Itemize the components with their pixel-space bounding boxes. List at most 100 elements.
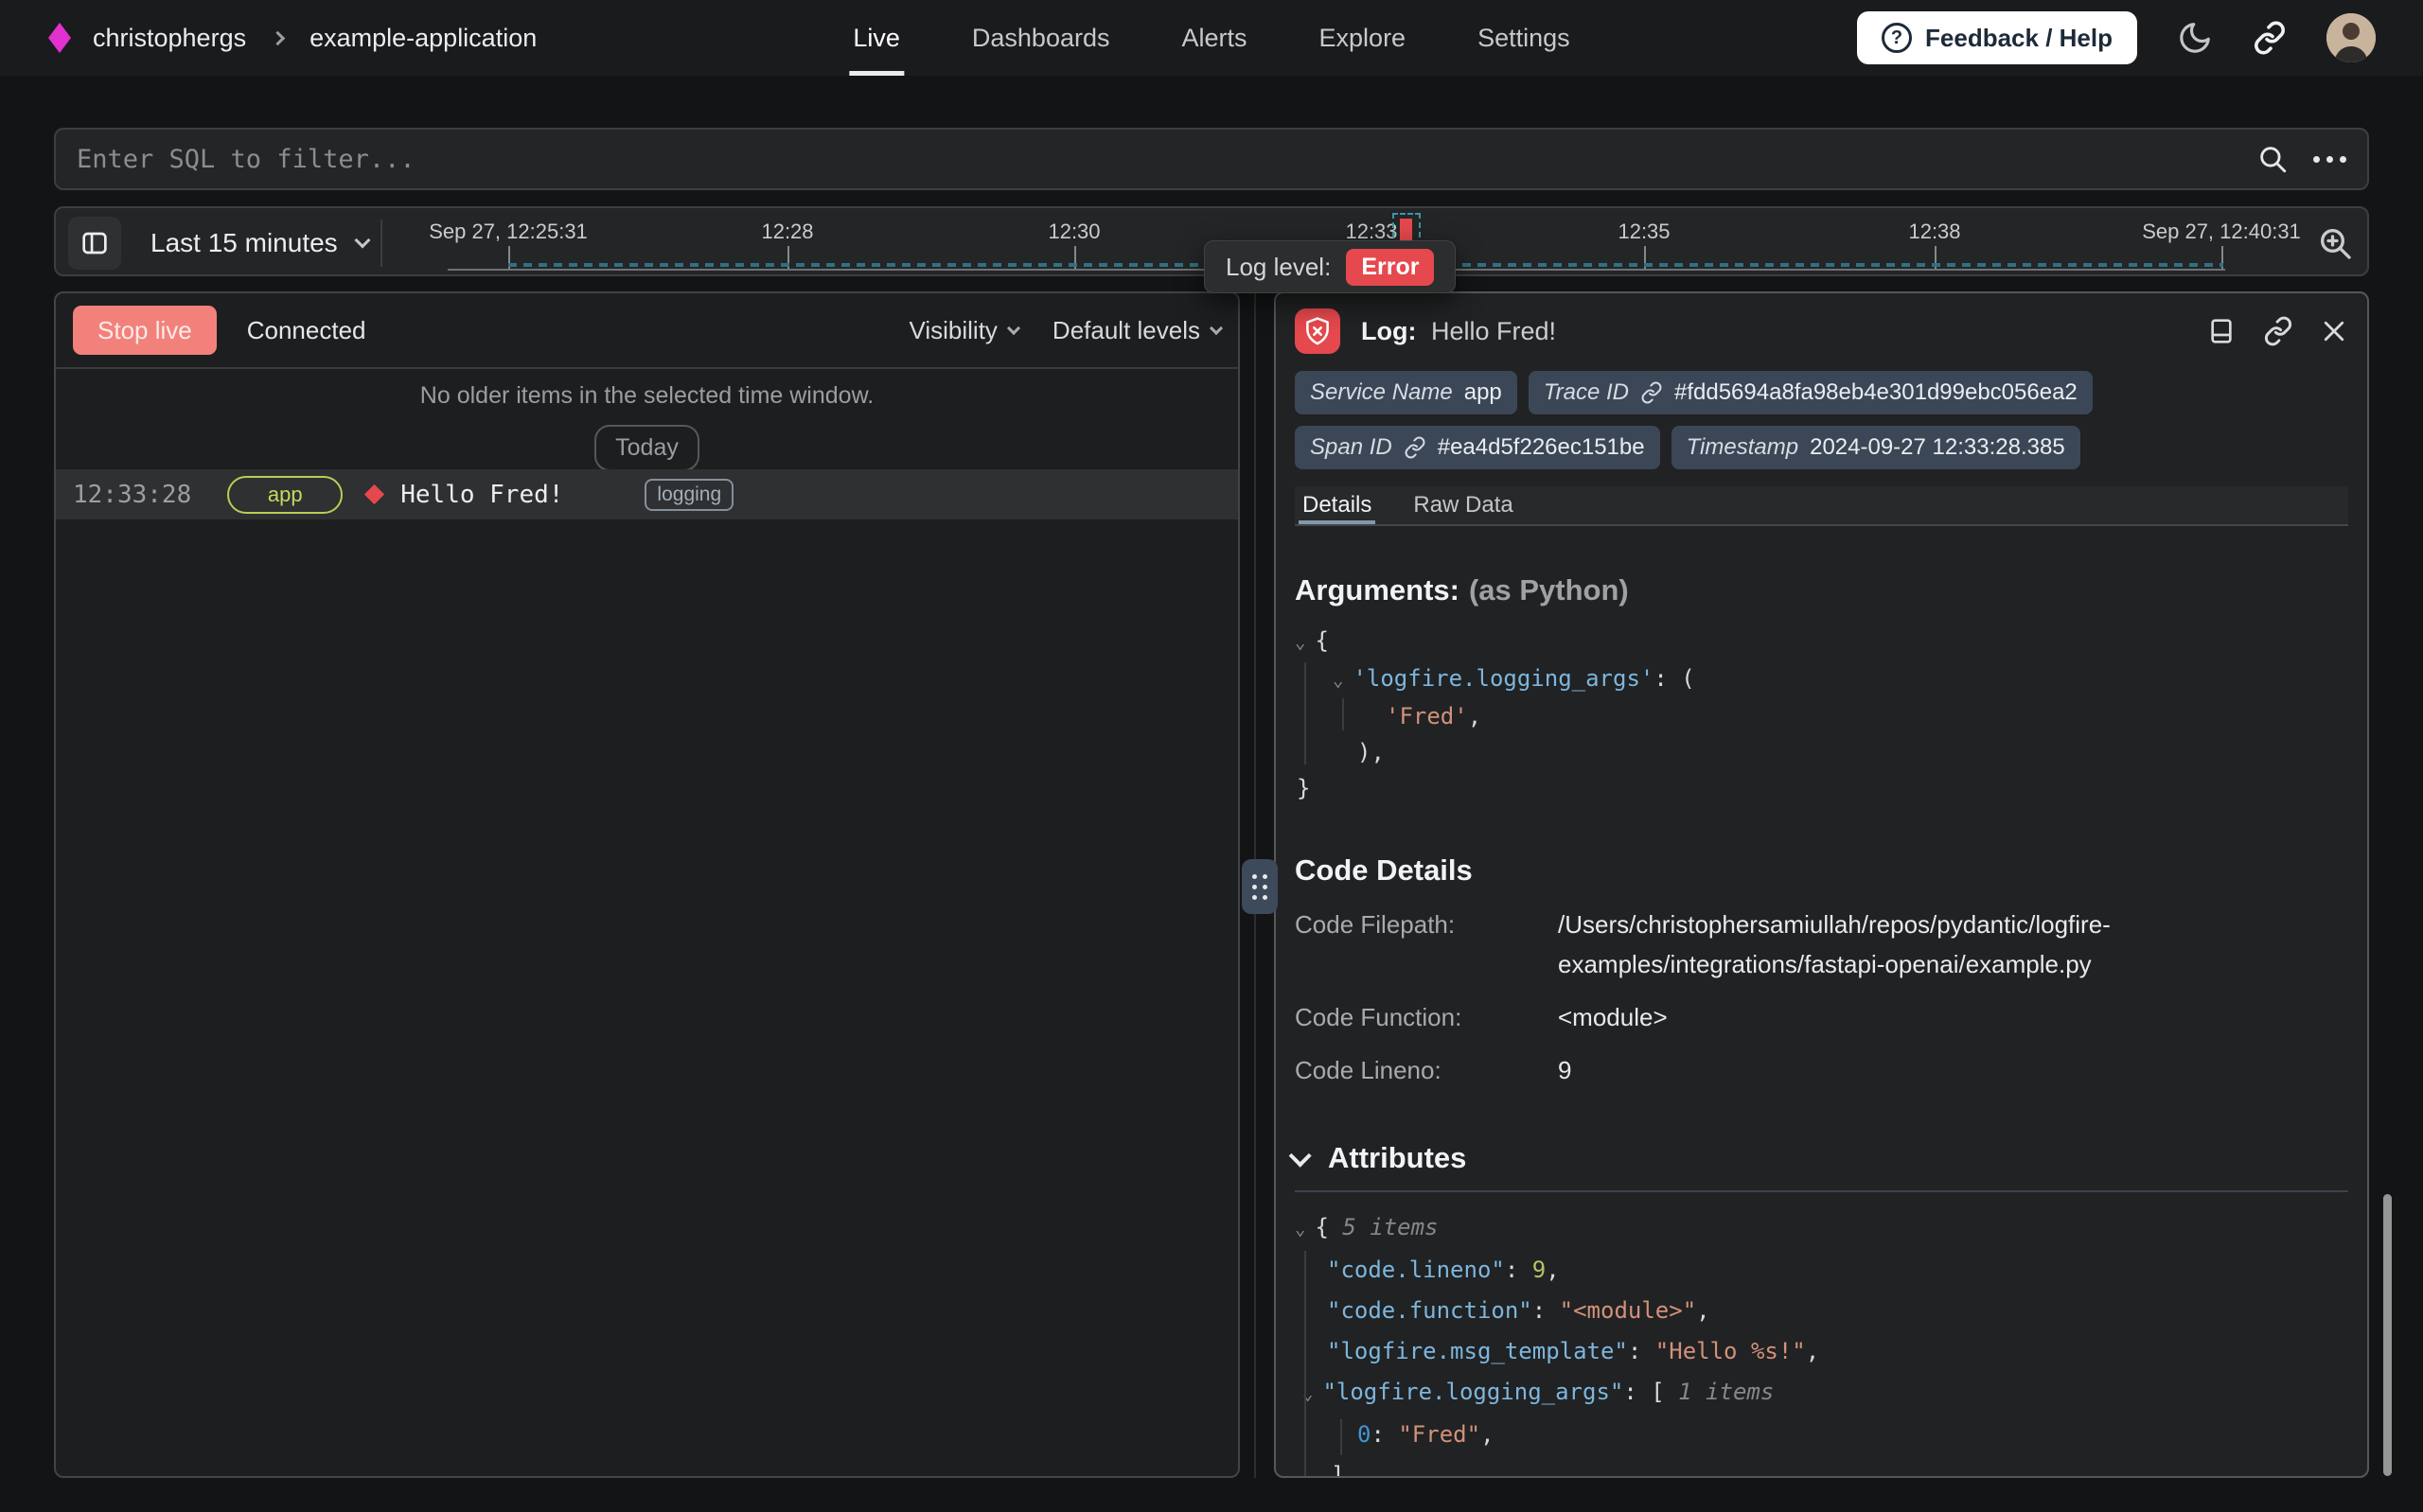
today-button[interactable]: Today — [594, 425, 699, 471]
code-token-muted: 1 items — [1678, 1379, 1774, 1405]
tab-explore[interactable]: Explore — [1319, 0, 1406, 76]
log-row[interactable]: 12:33:28 app Hello Fred! logging — [56, 469, 1238, 519]
close-panel-button[interactable] — [2320, 317, 2348, 345]
service-name-badge[interactable]: Service Name app — [1295, 371, 1517, 414]
theme-toggle-button[interactable] — [2177, 20, 2213, 56]
code-token-p: ), — [1357, 739, 1385, 765]
share-link-button[interactable] — [2253, 21, 2287, 55]
error-marker-bar — [1400, 219, 1412, 241]
code-line: "code.lineno": 9, — [1295, 1250, 2348, 1291]
code-token-p: : — [1505, 1257, 1532, 1283]
code-token-p: , — [1696, 1297, 1709, 1324]
code-token-p: , — [1546, 1257, 1559, 1283]
help-icon: ? — [1882, 23, 1912, 53]
indent-guide — [1304, 662, 1306, 765]
code-token-p: , — [1468, 703, 1481, 730]
arguments-heading-text: Arguments: — [1295, 573, 1459, 607]
zoom-in-icon — [2316, 224, 2354, 262]
arguments-heading-suffix: (as Python) — [1469, 573, 1629, 607]
logfire-app: christophergs example-application Live D… — [0, 0, 2423, 1512]
link-icon — [2263, 316, 2293, 346]
copy-link-button[interactable] — [2263, 316, 2293, 346]
breadcrumb-project[interactable]: example-application — [310, 24, 537, 53]
code-line: "logfire.msg_template": "Hello %s!", — [1295, 1331, 2348, 1372]
code-token-p: { — [1315, 627, 1328, 654]
breadcrumb: christophergs example-application — [47, 22, 537, 54]
empty-window-message: No older items in the selected time wind… — [56, 382, 1238, 410]
code-token-p: ] — [1331, 1462, 1344, 1478]
feedback-help-button[interactable]: ? Feedback / Help — [1857, 11, 2137, 64]
tab-raw-data[interactable]: Raw Data — [1413, 486, 1512, 524]
code-line: "code.function": "<module>", — [1295, 1291, 2348, 1331]
code-token-p: : — [1628, 1338, 1655, 1364]
trace-id-badge[interactable]: Trace ID #fdd5694a8fa98eb4e301d99ebc056e… — [1529, 371, 2093, 414]
sidebar-toggle-button[interactable] — [68, 217, 121, 270]
live-panel-header: Stop live Connected Visibility Default l… — [56, 293, 1238, 369]
chevron-down-icon[interactable]: ⌄ — [1295, 632, 1305, 653]
error-diamond-icon — [364, 484, 384, 504]
code-token-p: , — [1480, 1421, 1494, 1448]
code-line: ] — [1295, 1455, 2348, 1478]
logfire-logo-icon[interactable] — [47, 22, 72, 54]
tab-details[interactable]: Details — [1302, 486, 1371, 524]
chevron-down-icon — [354, 233, 370, 249]
avatar[interactable] — [2326, 13, 2376, 62]
badge-value: #fdd5694a8fa98eb4e301d99ebc056ea2 — [1674, 379, 2078, 406]
tab-settings[interactable]: Settings — [1477, 0, 1570, 76]
link-icon — [1404, 436, 1426, 459]
log-row-time: 12:33:28 — [73, 481, 191, 509]
detail-tabs: Details Raw Data — [1295, 486, 2348, 526]
stop-live-button[interactable]: Stop live — [73, 306, 217, 355]
timeline-tick: 12:38 — [1908, 220, 1960, 244]
avatar-image — [2326, 13, 2376, 62]
connection-status: Connected — [247, 316, 366, 345]
code-details-rows: Code Filepath: /Users/christophersamiull… — [1295, 905, 2348, 1090]
sql-filter-input[interactable] — [77, 145, 2256, 174]
attributes-code-block: ⌄{ 5 items"code.lineno": 9,"code.functio… — [1295, 1207, 2348, 1478]
sql-bar-actions — [2256, 143, 2346, 175]
span-id-badge[interactable]: Span ID #ea4d5f226ec151be — [1295, 426, 1660, 469]
code-line: } — [1295, 770, 2348, 806]
error-shield-icon — [1295, 308, 1340, 354]
scope-tag: logging — [645, 479, 734, 511]
code-token-num: 9 — [1532, 1257, 1546, 1283]
detail-header: Log: Hello Fred! — [1295, 308, 2348, 354]
time-range-select[interactable]: Last 15 minutes — [150, 208, 368, 278]
code-line: ), — [1295, 734, 2348, 770]
indent-guide — [1340, 1419, 1342, 1455]
default-levels-dropdown[interactable]: Default levels — [1052, 316, 1221, 345]
more-options-button[interactable] — [2313, 156, 2346, 163]
dock-panel-button[interactable] — [2206, 316, 2237, 346]
search-button[interactable] — [2256, 143, 2289, 175]
tab-alerts[interactable]: Alerts — [1181, 0, 1247, 76]
detail-badges: Service Name app Trace ID #fdd5694a8fa98… — [1295, 371, 2279, 469]
nav-right-actions: ? Feedback / Help — [1857, 11, 2376, 64]
chevron-down-icon[interactable]: ⌄ — [1295, 1219, 1305, 1239]
tab-live[interactable]: Live — [853, 0, 900, 76]
visibility-dropdown[interactable]: Visibility — [909, 316, 1017, 345]
code-line: ⌄'logfire.logging_args': ( — [1295, 660, 2348, 698]
code-token-p: : — [1371, 1421, 1398, 1448]
badge-value: 2024-09-27 12:33:28.385 — [1810, 434, 2065, 461]
chevron-down-icon[interactable]: ⌄ — [1333, 670, 1343, 691]
timeline-tick: 12:28 — [761, 220, 813, 244]
tab-dashboards[interactable]: Dashboards — [972, 0, 1110, 76]
top-nav: christophergs example-application Live D… — [0, 0, 2423, 76]
zoom-in-button[interactable] — [2316, 224, 2354, 262]
badge-value: app — [1464, 379, 1502, 406]
code-token-str: 'Fred' — [1386, 703, 1468, 730]
breadcrumb-org[interactable]: christophergs — [93, 24, 246, 53]
link-icon — [1640, 381, 1663, 404]
attributes-header: Attributes — [1295, 1141, 2348, 1175]
scrollbar-thumb[interactable] — [2383, 1194, 2392, 1476]
code-token-p: : [ — [1623, 1379, 1678, 1405]
tooltip-label: Log level: — [1226, 253, 1331, 282]
chevron-down-icon[interactable] — [1289, 1144, 1312, 1167]
breadcrumb-separator-icon — [271, 30, 286, 45]
panel-resize-handle[interactable] — [1242, 859, 1278, 914]
code-token-p: } — [1297, 775, 1310, 801]
attributes-divider — [1295, 1190, 2348, 1192]
badge-label: Service Name — [1310, 379, 1453, 406]
code-token-muted: 5 items — [1342, 1214, 1438, 1240]
timestamp-badge[interactable]: Timestamp 2024-09-27 12:33:28.385 — [1671, 426, 2080, 469]
